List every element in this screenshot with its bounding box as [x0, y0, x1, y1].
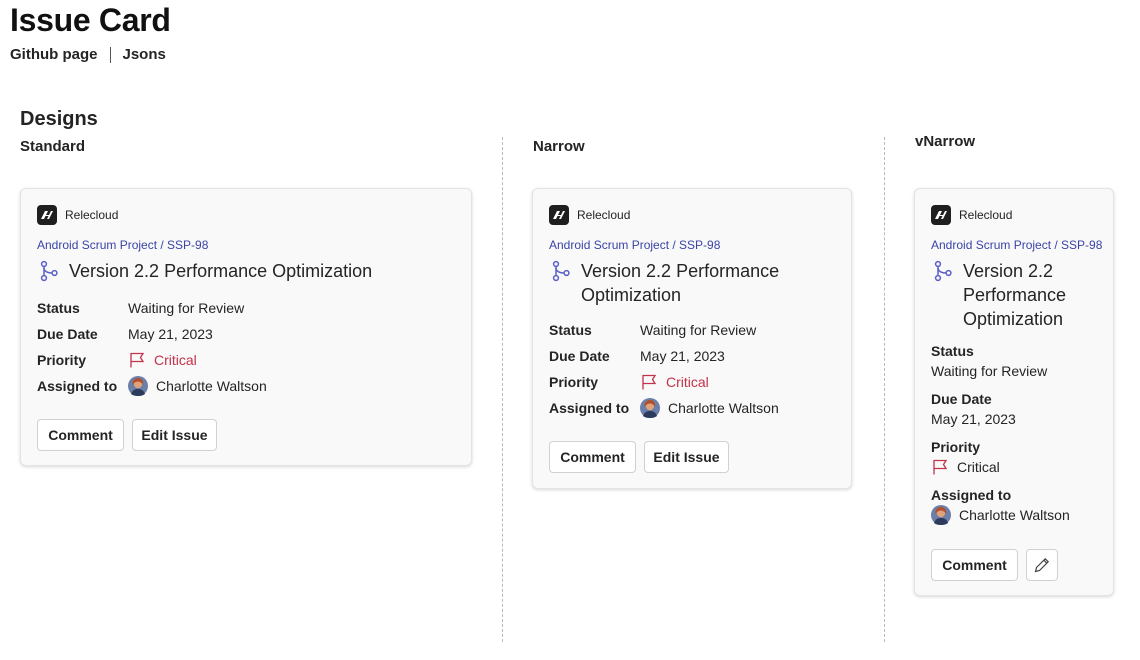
- comment-button[interactable]: Comment: [931, 549, 1018, 581]
- due-date-row: Due Date May 21, 2023: [37, 323, 213, 345]
- edit-issue-icon-button[interactable]: [1026, 549, 1058, 581]
- priority-row: Priority Critical: [37, 349, 197, 371]
- flag-icon: [931, 458, 949, 476]
- priority-text: Critical: [154, 352, 197, 368]
- issue-card-standard: Relecloud Android Scrum Project / SSP-98…: [20, 188, 472, 466]
- issue-title: Version 2.2 Performance Optimization: [963, 259, 1066, 331]
- assigned-value: Charlotte Waltson: [931, 505, 1070, 525]
- assignee-name: Charlotte Waltson: [156, 378, 267, 394]
- due-date-value: May 21, 2023: [931, 411, 1016, 427]
- assigned-value: Charlotte Waltson: [128, 376, 267, 396]
- avatar: [931, 505, 951, 525]
- assigned-label: Assigned to: [931, 487, 1012, 503]
- standard-column-title: Standard: [20, 138, 86, 155]
- comment-button[interactable]: Comment: [37, 419, 124, 451]
- assigned-label: Assigned to: [549, 400, 630, 416]
- status-row: Status Waiting for Review: [37, 297, 244, 319]
- assigned-row: Assigned to Charlotte Waltson: [37, 375, 267, 397]
- flag-icon: [640, 373, 658, 391]
- issue-title-line: Optimization: [963, 309, 1064, 329]
- avatar: [128, 376, 148, 396]
- priority-label: Priority: [549, 374, 599, 390]
- flag-icon: [128, 351, 146, 369]
- status-value: Waiting for Review: [128, 300, 245, 316]
- branch-icon: [549, 259, 573, 283]
- priority-label: Priority: [37, 352, 87, 368]
- card-brand: Relecloud: [931, 205, 1012, 225]
- issue-title: Version 2.2 Performance Optimization: [581, 259, 779, 307]
- brand-name: Relecloud: [65, 208, 119, 222]
- due-date-label: Due Date: [931, 391, 992, 407]
- jsons-link[interactable]: Jsons: [123, 46, 166, 63]
- brand-name: Relecloud: [577, 208, 631, 222]
- status-value: Waiting for Review: [640, 322, 757, 338]
- page-title: Issue Card: [10, 2, 171, 38]
- assigned-label: Assigned to: [37, 378, 118, 394]
- status-label: Status: [931, 343, 974, 359]
- issue-card-narrow: Relecloud Android Scrum Project / SSP-98…: [532, 188, 852, 489]
- assigned-row: Assigned to Charlotte Waltson: [549, 397, 779, 419]
- edit-issue-button[interactable]: Edit Issue: [644, 441, 729, 473]
- priority-value: Critical: [640, 373, 709, 391]
- priority-text: Critical: [957, 459, 1000, 475]
- issue-title-row: Version 2.2 Performance Optimization: [549, 259, 779, 307]
- status-row: Status Waiting for Review: [549, 319, 756, 341]
- priority-row: Priority Critical: [549, 371, 709, 393]
- branch-icon: [931, 259, 955, 283]
- card-brand: Relecloud: [37, 205, 118, 225]
- due-date-label: Due Date: [549, 348, 610, 364]
- vnarrow-column-title: vNarrow: [915, 133, 976, 150]
- due-date-label: Due Date: [37, 326, 98, 342]
- relecloud-logo-icon: [549, 205, 569, 225]
- header-links: Github page Jsons: [10, 46, 166, 63]
- due-date-value: May 21, 2023: [640, 348, 725, 364]
- priority-value: Critical: [128, 351, 197, 369]
- priority-value: Critical: [931, 458, 1000, 476]
- narrow-column-title: Narrow: [533, 138, 585, 155]
- relecloud-logo-icon: [37, 205, 57, 225]
- branch-icon: [37, 259, 61, 283]
- priority-label: Priority: [931, 439, 981, 455]
- priority-text: Critical: [666, 374, 709, 390]
- breadcrumb[interactable]: Android Scrum Project / SSP-98: [37, 238, 208, 252]
- link-separator: [109, 46, 111, 63]
- comment-button[interactable]: Comment: [549, 441, 636, 473]
- edit-issue-button[interactable]: Edit Issue: [132, 419, 217, 451]
- due-date-row: Due Date May 21, 2023: [549, 345, 725, 367]
- column-divider: [884, 137, 885, 642]
- card-brand: Relecloud: [549, 205, 630, 225]
- assigned-value: Charlotte Waltson: [640, 398, 779, 418]
- status-value: Waiting for Review: [931, 363, 1048, 379]
- issue-title-line: Version 2.2 Performance: [581, 261, 780, 281]
- due-date-value: May 21, 2023: [128, 326, 213, 342]
- issue-title-row: Version 2.2 Performance Optimization: [37, 259, 372, 283]
- pencil-icon: [1033, 556, 1051, 574]
- github-page-link[interactable]: Github page: [10, 46, 98, 63]
- issue-title-line: Optimization: [581, 285, 682, 305]
- issue-card-vnarrow: Relecloud Android Scrum Project / SSP-98…: [914, 188, 1114, 596]
- relecloud-logo-icon: [931, 205, 951, 225]
- issue-title-row: Version 2.2 Performance Optimization: [931, 259, 1066, 331]
- issue-title-line: Performance: [963, 285, 1067, 305]
- brand-name: Relecloud: [959, 208, 1013, 222]
- breadcrumb[interactable]: Android Scrum Project / SSP-98: [549, 238, 720, 252]
- section-title: Designs: [20, 108, 98, 130]
- issue-title: Version 2.2 Performance Optimization: [69, 261, 373, 281]
- assignee-name: Charlotte Waltson: [959, 507, 1070, 523]
- assignee-name: Charlotte Waltson: [668, 400, 779, 416]
- issue-title-line: Version 2.2: [963, 261, 1054, 281]
- breadcrumb[interactable]: Android Scrum Project / SSP-98: [931, 238, 1102, 252]
- status-label: Status: [37, 300, 80, 316]
- column-divider: [502, 137, 503, 642]
- avatar: [640, 398, 660, 418]
- status-label: Status: [549, 322, 592, 338]
